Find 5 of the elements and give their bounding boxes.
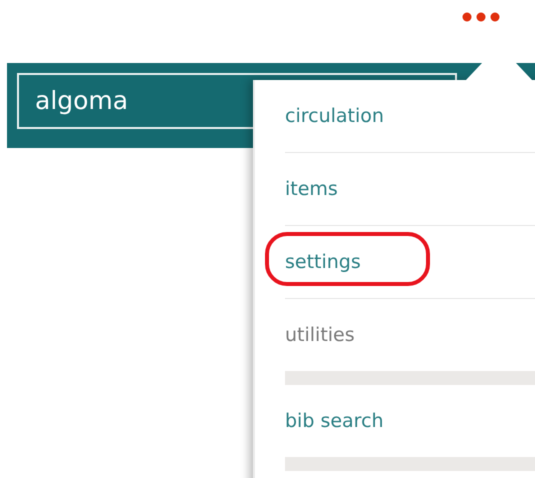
menu-item[interactable]: bib search [285, 410, 384, 432]
menu-item[interactable]: settings [285, 251, 361, 273]
menu-item[interactable]: items [285, 178, 338, 200]
menu-item[interactable]: circulation [285, 105, 384, 127]
more-icon[interactable] [462, 12, 500, 22]
